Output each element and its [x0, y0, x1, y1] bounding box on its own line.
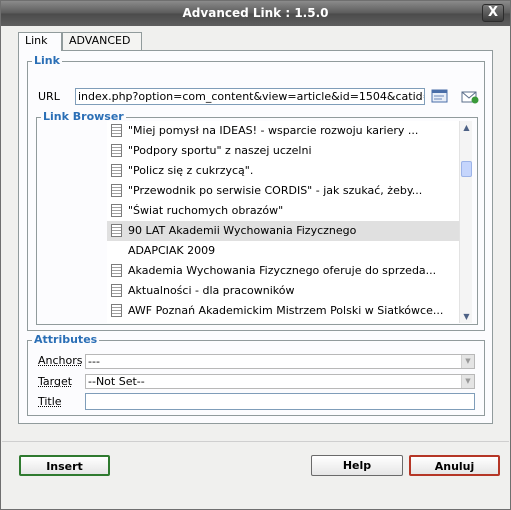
title-bar: Advanced Link : 1.5.0 X: [1, 1, 510, 26]
dialog-window: Advanced Link : 1.5.0 X Link ADVANCED Li…: [0, 0, 511, 510]
title-input[interactable]: [85, 393, 475, 410]
close-icon: X: [487, 5, 499, 20]
target-value: --Not Set--: [88, 375, 145, 388]
target-select[interactable]: --Not Set-- ▼: [85, 374, 475, 389]
url-label: URL: [38, 90, 60, 103]
document-icon: [111, 283, 122, 297]
list-item[interactable]: 90 LAT Akademii Wychowania Fizycznego: [107, 221, 459, 241]
target-label: Target: [38, 375, 73, 388]
document-icon: [111, 223, 122, 237]
browse-icon: [431, 89, 448, 103]
anchors-select[interactable]: --- ▼: [85, 354, 475, 369]
insert-button[interactable]: Insert: [19, 455, 110, 476]
chevron-down-icon: ▼: [461, 375, 474, 388]
list-item-label: "Świat ruchomych obrazów": [128, 204, 284, 217]
attributes-legend: Attributes: [32, 333, 100, 346]
email-link-button[interactable]: [461, 88, 479, 104]
list-item-label: "Przewodnik po serwisie CORDIS" - jak sz…: [128, 184, 423, 197]
list-item[interactable]: ADAPCIAK 2009: [107, 241, 459, 261]
tab-link[interactable]: Link: [18, 32, 62, 51]
list-item[interactable]: "Miej pomysł na IDEAS! - wsparcie rozwoj…: [107, 121, 459, 141]
anchors-label: Anchors: [38, 354, 83, 367]
scroll-up-icon[interactable]: ▲: [461, 122, 472, 133]
list-item-label: 90 LAT Akademii Wychowania Fizycznego: [128, 224, 357, 237]
document-icon: [111, 203, 122, 217]
document-icon: [111, 143, 122, 157]
list-item-label: "Podpory sportu" z naszej uczelni: [128, 144, 312, 157]
list-item-label: "Policz się z cukrzycą".: [128, 164, 254, 177]
scroll-down-icon[interactable]: ▼: [461, 311, 472, 322]
window-title: Advanced Link : 1.5.0: [182, 6, 329, 20]
anchors-value: ---: [88, 355, 100, 368]
list-item[interactable]: Akademia Wychowania Fizycznego oferuje d…: [107, 261, 459, 281]
cancel-button[interactable]: Anuluj: [409, 455, 500, 476]
footer-divider: [2, 441, 509, 442]
list-item[interactable]: "Policz się z cukrzycą".: [107, 161, 459, 181]
attributes-fieldset: Attributes Anchors --- ▼ Target --Not Se…: [27, 334, 485, 416]
help-button[interactable]: Help: [311, 455, 403, 476]
email-link-icon: [461, 91, 479, 104]
list-item-label: ADAPCIAK 2009: [128, 244, 216, 257]
title-label: Title: [38, 395, 62, 408]
list-item[interactable]: AWF Poznań Akademickim Mistrzem Polski w…: [107, 301, 459, 321]
document-icon: [111, 183, 122, 197]
document-icon: [111, 263, 122, 277]
link-browser-list: "Miej pomysł na IDEAS! - wsparcie rozwoj…: [107, 121, 459, 323]
document-icon: [111, 163, 122, 177]
list-item[interactable]: "Świat ruchomych obrazów": [107, 201, 459, 221]
list-item[interactable]: Aktualności - dla pracowników: [107, 281, 459, 301]
link-legend: Link: [32, 54, 62, 67]
document-icon: [111, 123, 122, 137]
close-button[interactable]: X: [482, 4, 504, 22]
scroll-thumb[interactable]: [461, 161, 472, 177]
list-item[interactable]: "Przewodnik po serwisie CORDIS" - jak sz…: [107, 181, 459, 201]
list-item-label: Akademia Wychowania Fizycznego oferuje d…: [128, 264, 437, 277]
list-item[interactable]: "Podpory sportu" z naszej uczelni: [107, 141, 459, 161]
link-browser-scrollbar[interactable]: ▲ ▼: [459, 121, 472, 323]
browse-button[interactable]: [431, 88, 449, 104]
list-item-label: Aktualności - dla pracowników: [128, 284, 295, 297]
list-item-label: AWF Poznań Akademickim Mistrzem Polski w…: [128, 304, 444, 317]
chevron-down-icon: ▼: [461, 355, 474, 368]
document-icon: [111, 303, 122, 317]
url-input[interactable]: index.php?option=com_content&view=articl…: [75, 88, 425, 105]
tab-panel: Link URL index.php?option=com_content&vi…: [18, 50, 493, 424]
list-item-label: "Miej pomysł na IDEAS! - wsparcie rozwoj…: [128, 124, 419, 137]
tab-advanced[interactable]: ADVANCED: [62, 32, 142, 50]
